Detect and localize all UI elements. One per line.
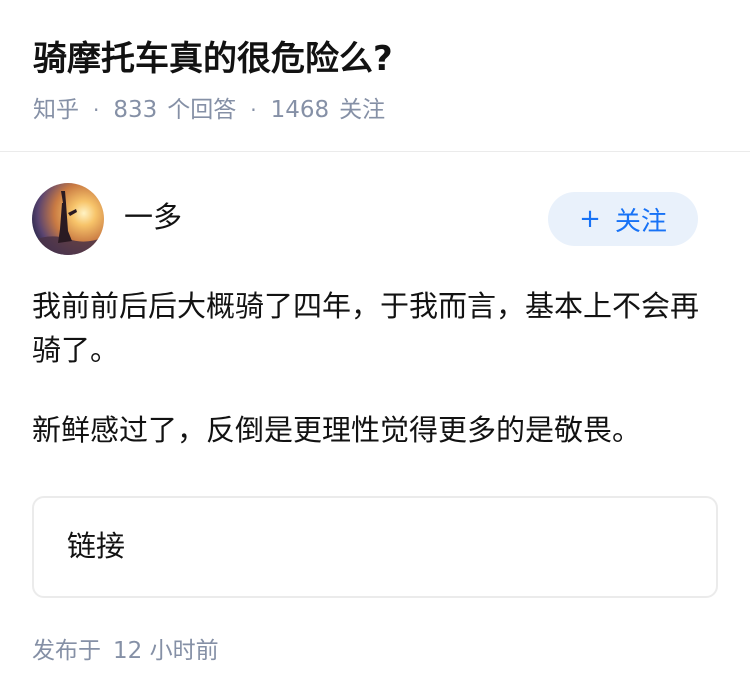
author-row: 一多 + 关注: [0, 183, 750, 257]
avatar[interactable]: [32, 183, 104, 255]
published-time: 12 小时前: [113, 638, 219, 664]
separator-dot: ·: [250, 98, 257, 122]
followers-label: 关注: [339, 97, 386, 123]
published-label: 发布于: [32, 638, 101, 664]
follow-button[interactable]: + 关注: [548, 192, 698, 246]
answers-count: 833: [113, 97, 158, 123]
link-card[interactable]: 链接: [32, 496, 718, 598]
link-card-label: 链接: [67, 529, 126, 563]
answer-body: 我前前后后大概骑了四年，于我而言，基本上不会再骑了。 新鲜感过了，反倒是更理性觉…: [32, 284, 718, 488]
answer-paragraph: 我前前后后大概骑了四年，于我而言，基本上不会再骑了。: [32, 289, 700, 367]
publish-time: 发布于 12 小时前: [32, 635, 219, 667]
question-title[interactable]: 骑摩托车真的很危险么?: [33, 36, 393, 82]
plus-icon: +: [579, 204, 601, 234]
author-name[interactable]: 一多: [124, 197, 182, 237]
question-meta: 知乎 · 833 个回答 · 1468 关注: [33, 94, 385, 126]
answers-label: 个回答: [167, 97, 237, 123]
separator-dot: ·: [93, 98, 100, 122]
question-header: 骑摩托车真的很危险么? 知乎 · 833 个回答 · 1468 关注: [0, 0, 750, 152]
source-label[interactable]: 知乎: [33, 94, 79, 126]
answer-paragraph: 新鲜感过了，反倒是更理性觉得更多的是敬畏。: [32, 413, 642, 447]
follow-button-label: 关注: [614, 206, 667, 237]
followers-count: 1468: [270, 97, 330, 123]
